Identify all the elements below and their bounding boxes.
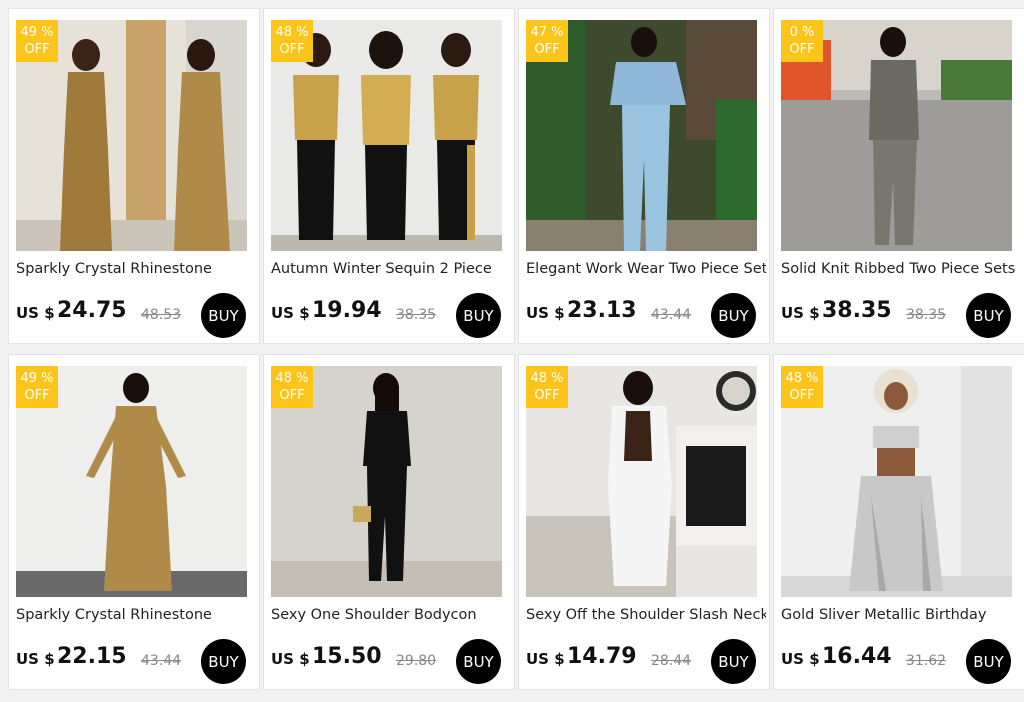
discount-badge: 0 % OFF: [781, 20, 823, 62]
currency-label: US $: [16, 304, 55, 322]
product-card[interactable]: 48 % OFF Sexy Off the Shoulder Slash Neck…: [518, 354, 770, 690]
product-title[interactable]: Sparkly Crystal Rhinestone: [16, 261, 256, 277]
original-price: 48.53: [141, 307, 182, 323]
original-price: 38.35: [906, 307, 947, 323]
buy-button[interactable]: BUY: [456, 639, 501, 684]
sale-price: 23.13: [567, 298, 637, 323]
product-grid: 49 % OFF Sparkly Crystal Rhinestone US $ …: [0, 0, 1024, 702]
buy-button[interactable]: BUY: [966, 639, 1011, 684]
sale-price: 22.15: [57, 644, 127, 669]
buy-button[interactable]: BUY: [201, 293, 246, 338]
currency-label: US $: [271, 650, 310, 668]
discount-badge: 49 % OFF: [16, 20, 58, 62]
sale-price: 19.94: [312, 298, 382, 323]
currency-label: US $: [16, 650, 55, 668]
product-card[interactable]: 0 % OFF Solid Knit Ribbed Two Piece Sets …: [773, 8, 1024, 344]
product-image[interactable]: 0 % OFF: [781, 20, 1012, 251]
discount-badge: 48 % OFF: [271, 20, 313, 62]
sale-price: 24.75: [57, 298, 127, 323]
discount-badge: 48 % OFF: [781, 366, 823, 408]
product-title[interactable]: Sexy Off the Shoulder Slash Neck: [526, 607, 766, 623]
currency-label: US $: [781, 650, 820, 668]
product-title[interactable]: Elegant Work Wear Two Piece Set: [526, 261, 766, 277]
buy-button[interactable]: BUY: [966, 293, 1011, 338]
product-image[interactable]: 48 % OFF: [271, 366, 502, 597]
buy-button[interactable]: BUY: [711, 639, 756, 684]
original-price: 43.44: [651, 307, 692, 323]
sale-price: 16.44: [822, 644, 892, 669]
currency-label: US $: [781, 304, 820, 322]
product-card[interactable]: 48 % OFF Gold Sliver Metallic Birthday US…: [773, 354, 1024, 690]
product-card[interactable]: 48 % OFF Autumn Winter Sequin 2 Piece US …: [263, 8, 515, 344]
discount-badge: 48 % OFF: [271, 366, 313, 408]
currency-label: US $: [526, 304, 565, 322]
discount-badge: 49 % OFF: [16, 366, 58, 408]
product-card[interactable]: 47 % OFF Elegant Work Wear Two Piece Set …: [518, 8, 770, 344]
original-price: 31.62: [906, 653, 947, 669]
product-image[interactable]: 48 % OFF: [526, 366, 757, 597]
buy-button[interactable]: BUY: [711, 293, 756, 338]
sale-price: 38.35: [822, 298, 892, 323]
discount-badge: 47 % OFF: [526, 20, 568, 62]
product-image[interactable]: 49 % OFF: [16, 20, 247, 251]
currency-label: US $: [271, 304, 310, 322]
product-image[interactable]: 47 % OFF: [526, 20, 757, 251]
product-title[interactable]: Autumn Winter Sequin 2 Piece: [271, 261, 511, 277]
product-card[interactable]: 49 % OFF Sparkly Crystal Rhinestone US $ …: [8, 8, 260, 344]
original-price: 29.80: [396, 653, 437, 669]
original-price: 28.44: [651, 653, 692, 669]
original-price: 38.35: [396, 307, 437, 323]
product-image[interactable]: 49 % OFF: [16, 366, 247, 597]
product-title[interactable]: Gold Sliver Metallic Birthday: [781, 607, 1021, 623]
product-card[interactable]: 49 % OFF Sparkly Crystal Rhinestone US $ …: [8, 354, 260, 690]
product-title[interactable]: Sparkly Crystal Rhinestone: [16, 607, 256, 623]
product-card[interactable]: 48 % OFF Sexy One Shoulder Bodycon US $ 1…: [263, 354, 515, 690]
original-price: 43.44: [141, 653, 182, 669]
currency-label: US $: [526, 650, 565, 668]
product-image[interactable]: 48 % OFF: [781, 366, 1012, 597]
buy-button[interactable]: BUY: [456, 293, 501, 338]
buy-button[interactable]: BUY: [201, 639, 246, 684]
discount-badge: 48 % OFF: [526, 366, 568, 408]
product-image[interactable]: 48 % OFF: [271, 20, 502, 251]
sale-price: 14.79: [567, 644, 637, 669]
product-title[interactable]: Solid Knit Ribbed Two Piece Sets: [781, 261, 1021, 277]
product-title[interactable]: Sexy One Shoulder Bodycon: [271, 607, 511, 623]
sale-price: 15.50: [312, 644, 382, 669]
